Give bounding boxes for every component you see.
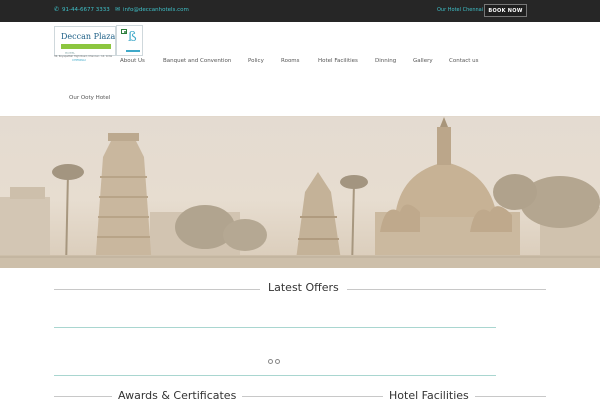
phone-number: 91-44-6677 3333 <box>62 6 110 13</box>
phone-contact[interactable]: ✆ 91-44-6677 3333 <box>54 6 110 13</box>
nav-policy[interactable]: Policy <box>248 58 264 64</box>
hero-banner <box>0 116 600 268</box>
mail-icon: ✉ <box>115 6 121 13</box>
nav-dinning[interactable]: Dinning <box>375 58 396 64</box>
emblem-bar <box>126 50 140 52</box>
nav-ooty-hotel[interactable]: Our Ooty Hotel <box>69 95 110 101</box>
logo-name: Deccan Plaza <box>61 32 116 41</box>
nav-rooms[interactable]: Rooms <box>281 58 300 64</box>
top-bar: ✆ 91-44-6677 3333 ✉ info@deccanhotels.co… <box>0 0 600 22</box>
section-separator <box>54 375 496 376</box>
our-hotel-link[interactable]: Our Hotel Chennai <box>437 7 483 13</box>
nav-contact-us[interactable]: Contact us <box>449 58 479 64</box>
emblem-figure-icon: ß <box>128 30 137 45</box>
latest-offers-heading: Latest Offers <box>260 281 347 294</box>
nav-about-us[interactable]: About Us <box>120 58 145 64</box>
veg-mark-icon <box>121 29 127 34</box>
slider-dot-2[interactable] <box>275 359 280 364</box>
phone-icon: ✆ <box>54 6 60 13</box>
nav-hotel-facilities[interactable]: Hotel Facilities <box>318 58 358 64</box>
logo-city: CHENNAI <box>72 58 86 62</box>
logo-wordmark: Deccan Plaza HOTEL <box>54 26 116 56</box>
hotel-facilities-heading: Hotel Facilities <box>383 389 475 402</box>
nav-gallery[interactable]: Gallery <box>413 58 433 64</box>
temple-skyline-image <box>0 117 600 268</box>
email-contact[interactable]: ✉ info@deccanhotels.com <box>115 6 189 13</box>
logo-strip <box>61 44 111 49</box>
offers-bottom-rule <box>54 327 496 328</box>
nav-banquet[interactable]: Banquet and Convention <box>163 58 231 64</box>
email-address: info@deccanhotels.com <box>123 6 189 13</box>
book-now-button[interactable]: BOOK NOW <box>484 4 527 17</box>
slider-dot-1[interactable] <box>268 359 273 364</box>
awards-heading: Awards & Certificates <box>112 389 243 402</box>
logo-emblem: ß <box>116 25 143 56</box>
